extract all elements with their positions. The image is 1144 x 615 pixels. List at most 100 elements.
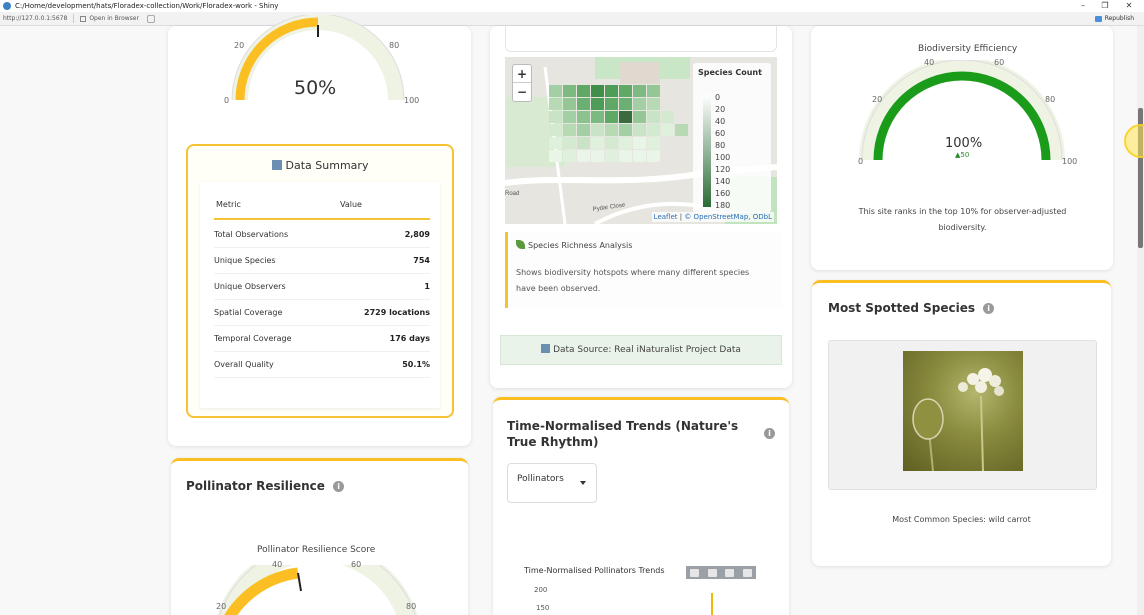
legend-value: 60 [715,129,726,138]
info-icon[interactable]: i [983,303,995,314]
summary-table: Metric Value Total Observations 2,809 Uni… [200,182,440,408]
efficiency-note: This site ranks in the top 10% for obser… [858,207,1067,232]
plot-modebar [686,566,756,579]
zoom-icon[interactable] [707,568,717,577]
table-row: Unique Species 754 [214,248,430,274]
table-row: Spatial Coverage 2729 locations [214,300,430,326]
trends-heading: Time-Normalised Trends (Nature's True Rh… [507,419,739,449]
legend-value: 80 [715,141,726,150]
gauge-tick: 80 [1045,95,1056,104]
species-richness-analysis: Species Richness Analysis Shows biodiver… [505,232,782,308]
overall-gauge [231,15,405,101]
gauge-tick: 20 [234,41,245,50]
gauge-tick: 20 [216,602,227,611]
table-row: Overall Quality 50.1% [214,352,430,378]
analysis-description: Shows biodiversity hotspots where many d… [516,268,750,293]
leaf-icon [516,240,525,249]
window-titlebar: C:/Home/development/hats/Floradex-collec… [0,0,1144,12]
gauge-tick: 60 [351,560,362,569]
legend-value: 20 [715,105,726,114]
gauge-tick: 80 [406,602,417,611]
legend-value: 120 [715,165,731,174]
table-row: Total Observations 2,809 [214,222,430,248]
gauge-tick: 40 [924,58,935,67]
trends-chart-title: Time-Normalised Pollinators Trends [524,566,665,575]
pollinator-heading: Pollinator Resilience i [186,479,345,493]
url-label: http://127.0.0.1:5678 [3,15,68,22]
bar-chart-icon [541,344,551,353]
wild-carrot-photo [903,351,1023,471]
maximize-button[interactable]: ❐ [1096,0,1114,12]
gauge-tick: 40 [272,560,283,569]
legend-color-ramp [703,95,711,207]
gauge-tick: 20 [872,95,883,104]
autoscale-icon[interactable] [742,568,752,577]
header-value: Value [340,200,362,209]
pollinator-gauge [217,565,418,615]
table-header: Metric Value [214,192,430,220]
map-zoom-control: + − [512,64,532,102]
info-icon[interactable]: i [333,481,345,492]
legend-value: 140 [715,177,731,186]
info-icon[interactable]: i [764,428,775,439]
gauge-tick: 100 [1062,157,1078,166]
flower-illustration [912,368,1004,471]
zoom-in-button[interactable]: + [513,65,531,83]
cursor-highlight [1124,124,1144,158]
select-value: Pollinators [517,474,564,484]
chevron-down-icon [580,481,586,485]
trend-line [711,593,713,615]
species-map[interactable]: Road Pydar Close + − Species Count 0 20 … [505,57,777,224]
open-in-browser-label: Open in Browser [89,15,139,22]
analysis-title: Species Richness Analysis [516,240,632,250]
efficiency-delta: ▲50 [955,151,970,159]
street-label: Road [505,191,519,197]
legend-value: 160 [715,189,731,198]
efficiency-title: Biodiversity Efficiency [918,44,1018,54]
leaflet-link[interactable]: Leaflet [654,213,678,221]
zoom-out-button[interactable]: − [513,83,531,101]
page-scrollbar[interactable] [1137,26,1144,615]
map-attribution: Leaflet | © OpenStreetMap, ODbL [651,212,774,222]
viewer-toolbar: http://127.0.0.1:5678 Open in Browser Re… [0,12,1144,26]
most-common-caption: Most Common Species: wild carrot [892,515,1031,524]
header-metric: Metric [216,200,241,209]
bar-chart-icon [271,160,282,170]
gauge-value: 50% [294,77,337,99]
trend-category-select[interactable]: Pollinators [507,463,597,503]
legend-title: Species Count [698,68,762,77]
republish-label: Republish [1104,15,1134,22]
close-button[interactable]: ✕ [1120,0,1138,12]
legend-value: 40 [715,117,726,126]
legend-value: 180 [715,201,731,210]
refresh-icon[interactable] [146,14,155,23]
table-row: Unique Observers 1 [214,274,430,300]
open-in-browser-button[interactable]: Open in Browser [80,15,139,22]
pan-icon[interactable] [725,568,735,577]
gauge-tick: 60 [994,58,1005,67]
shiny-app-icon [3,2,11,10]
data-summary-title-text: Data Summary [285,159,369,172]
gauge-tick: 0 [858,157,864,166]
data-summary-panel: Data Summary Metric Value Total Observat… [186,144,454,418]
publish-icon [1094,15,1102,22]
minimize-button[interactable]: – [1074,0,1092,12]
y-axis-tick: 200 [534,586,548,594]
osm-link[interactable]: © OpenStreetMap, ODbL [684,213,772,221]
previous-section-bottom [505,26,777,52]
data-source-banner: Data Source: Real iNaturalist Project Da… [500,335,782,365]
most-spotted-heading: Most Spotted Species i [828,301,995,315]
gauge-tick: 80 [389,41,400,50]
species-count-legend: Species Count 0 20 40 60 80 100 120 140 … [693,63,771,213]
y-axis-tick: 150 [536,604,550,612]
camera-icon[interactable] [690,568,700,577]
legend-value: 100 [715,153,731,162]
republish-button[interactable]: Republish [1094,15,1134,22]
external-link-icon [80,15,87,22]
window-title: C:/Home/development/hats/Floradex-collec… [15,2,279,10]
species-photo-frame [828,340,1097,490]
data-summary-title: Data Summary [188,159,452,172]
pollinator-gauge-title: Pollinator Resilience Score [257,545,376,555]
gauge-tick: 100 [404,96,420,105]
gauge-tick: 0 [224,96,230,105]
